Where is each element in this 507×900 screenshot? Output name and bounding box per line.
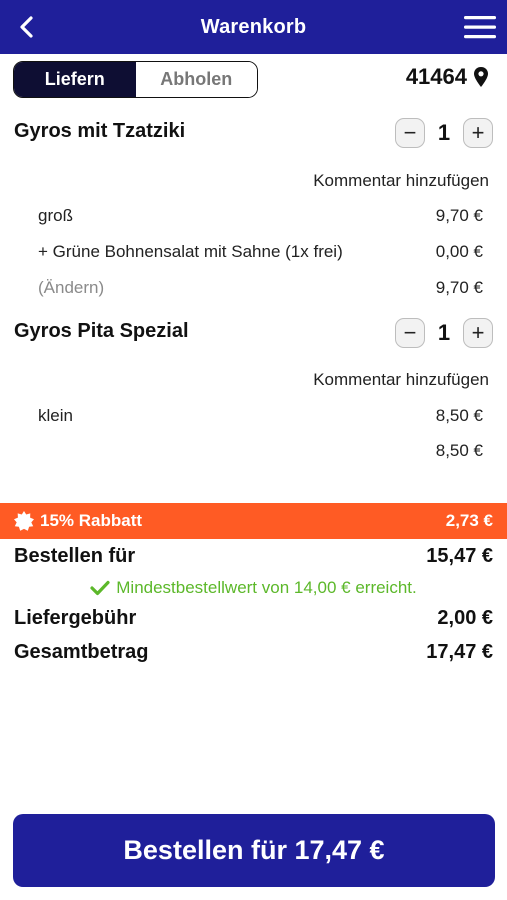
total-label: Gesamtbetrag	[14, 641, 149, 663]
place-order-button[interactable]: Bestellen für 17,47 €	[13, 814, 495, 887]
total-row: Gesamtbetrag 17,47 €	[14, 641, 493, 664]
delivery-fee-label: Liefergebühr	[14, 607, 137, 629]
minimum-order-notice: Mindestbestellwert von 14,00 € erreicht.	[0, 578, 507, 598]
subtotal-label: Bestellen für	[14, 545, 136, 567]
option-label: klein	[38, 406, 73, 425]
delivery-fee-value: 2,00 €	[437, 607, 493, 629]
delivery-fee-row: Liefergebühr 2,00 €	[14, 607, 493, 630]
item-option-row: + Grüne Bohnensalat mit Sahne (1x frei) …	[38, 242, 483, 262]
increase-quantity-button[interactable]: +	[463, 118, 493, 148]
toggle-pickup[interactable]: Abholen	[135, 62, 257, 97]
decrease-quantity-button[interactable]: −	[395, 118, 425, 148]
location-selector[interactable]: 41464	[406, 64, 489, 90]
option-label: + Grüne Bohnensalat mit Sahne (1x frei)	[38, 242, 343, 261]
app-header: Warenkorb	[0, 0, 507, 54]
item-total-row: (Ändern) 9,70 €	[38, 278, 483, 298]
toggle-deliver[interactable]: Liefern	[14, 62, 136, 97]
delivery-mode-toggle: Liefern Abholen	[13, 61, 258, 98]
item-total-row: 8,50 €	[38, 441, 483, 461]
cart-item-name: Gyros mit Tzatziki	[14, 120, 186, 142]
subtotal-row: Bestellen für 15,47 €	[14, 545, 493, 568]
badge-icon	[14, 511, 34, 531]
item-total-price: 8,50 €	[435, 441, 483, 460]
chevron-left-icon	[20, 16, 33, 38]
cart-item-name: Gyros Pita Spezial	[14, 320, 189, 342]
option-price: 9,70 €	[435, 206, 483, 225]
discount-label: 15% Rabbatt	[40, 511, 143, 530]
subtotal-value: 15,47 €	[426, 545, 493, 567]
item-option-row: klein 8,50 €	[38, 406, 483, 426]
back-button[interactable]	[10, 11, 44, 43]
add-comment-link[interactable]: Kommentar hinzufügen	[313, 171, 489, 191]
checkmark-icon	[90, 580, 110, 596]
total-value: 17,47 €	[426, 641, 493, 663]
option-label: groß	[38, 206, 73, 225]
quantity-stepper: − 1 +	[395, 118, 493, 148]
hamburger-menu-icon	[464, 16, 496, 39]
discount-amount: 2,73 €	[445, 511, 493, 530]
decrease-quantity-button[interactable]: −	[395, 318, 425, 348]
minimum-order-text: Mindestbestellwert von 14,00 € erreicht.	[116, 578, 417, 597]
option-price: 8,50 €	[435, 406, 483, 425]
discount-banner: 15% Rabbatt 2,73 €	[0, 503, 507, 539]
quantity-value: 1	[437, 120, 451, 145]
menu-button[interactable]	[463, 13, 497, 41]
quantity-stepper: − 1 +	[395, 318, 493, 348]
option-price: 0,00 €	[435, 242, 483, 261]
page-title: Warenkorb	[200, 15, 307, 38]
add-comment-link[interactable]: Kommentar hinzufügen	[313, 370, 489, 390]
quantity-value: 1	[437, 320, 451, 345]
item-option-row: groß 9,70 €	[38, 206, 483, 226]
zip-code: 41464	[405, 64, 467, 89]
change-link[interactable]: (Ändern)	[38, 278, 104, 298]
location-pin-icon	[474, 67, 488, 87]
increase-quantity-button[interactable]: +	[463, 318, 493, 348]
item-total-price: 9,70 €	[435, 278, 483, 297]
